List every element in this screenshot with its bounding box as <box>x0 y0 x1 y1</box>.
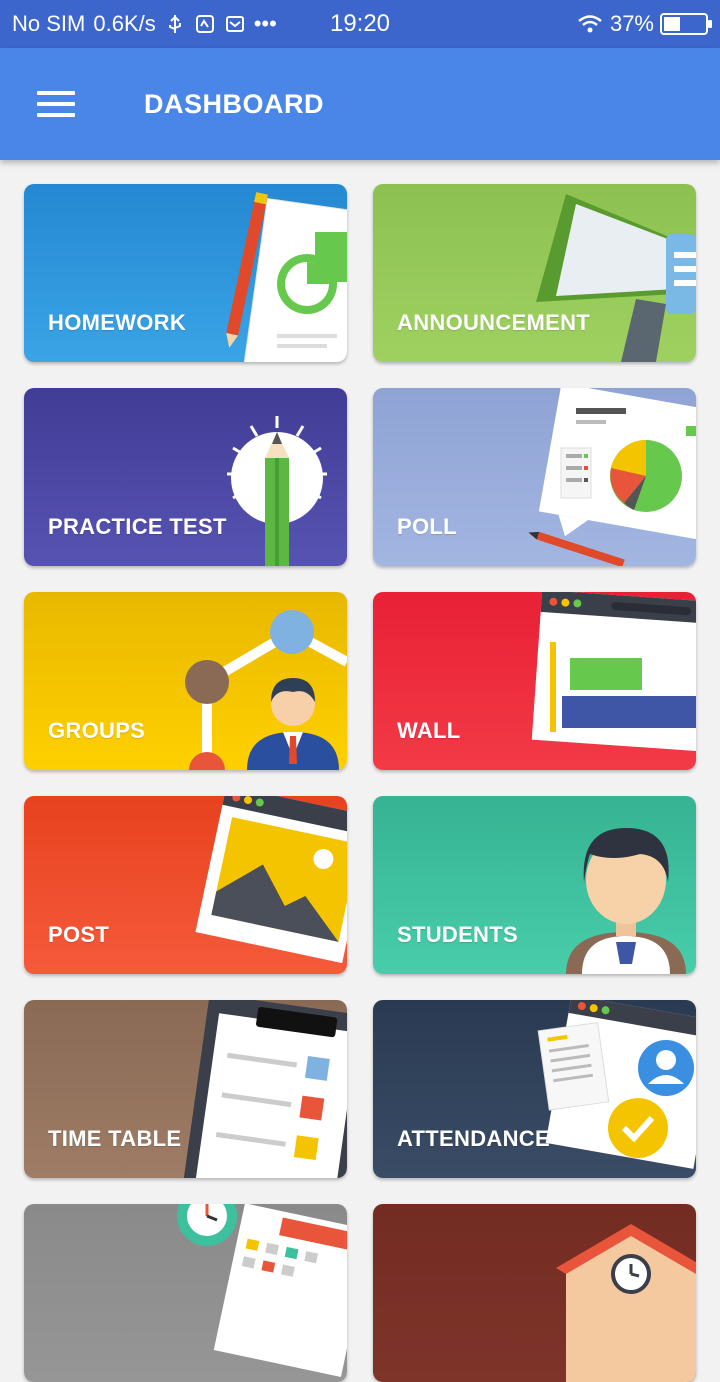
notification-icon <box>195 15 214 33</box>
battery-percent: 37% <box>609 11 654 36</box>
carrier-text: No SIM <box>12 11 86 36</box>
app-bar: DASHBOARD <box>0 48 720 160</box>
tile-practice-test[interactable]: PRACTICE TEST <box>24 388 347 566</box>
net-speed-text: 0.6K/s <box>93 11 156 36</box>
usb-icon <box>168 15 181 33</box>
battery-icon <box>660 13 712 35</box>
browser-wall-icon <box>531 592 696 753</box>
status-left: No SIM 0.6K/s ••• <box>12 11 576 37</box>
status-bar: No SIM 0.6K/s ••• 19:20 37% <box>0 0 720 48</box>
image-post-icon <box>195 796 347 964</box>
tile-students[interactable]: STUDENTS <box>373 796 696 974</box>
tile-label: PRACTICE TEST <box>48 514 227 539</box>
tile-poll[interactable]: POLL <box>373 388 696 566</box>
tile-label: POST <box>48 922 110 947</box>
tile-homework[interactable]: HOMEWORK <box>24 184 347 362</box>
tile-wall[interactable]: WALL <box>373 592 696 770</box>
clipboard-icon <box>182 1000 347 1178</box>
pie-chart-icon <box>528 388 696 566</box>
menu-line <box>37 113 75 117</box>
student-avatar-icon <box>566 828 686 974</box>
tile-label: TIME TABLE <box>48 1126 182 1151</box>
school-house-icon <box>556 1224 696 1382</box>
mail-icon <box>225 16 244 32</box>
more-notifications-dots: ••• <box>253 11 277 36</box>
menu-line <box>37 102 75 106</box>
homework-document-icon <box>226 192 347 362</box>
page-title: DASHBOARD <box>144 88 324 119</box>
tile-announcement[interactable]: ANNOUNCEMENT <box>373 184 696 362</box>
wifi-icon <box>578 15 602 33</box>
dashboard-grid: HOMEWORK ANNOUNCEMENT PRACTICE TEST POLL… <box>24 184 696 1382</box>
tile-label: STUDENTS <box>397 922 518 947</box>
status-right: 37% <box>576 11 712 37</box>
tile-label: GROUPS <box>48 718 146 743</box>
menu-line <box>37 91 75 95</box>
network-person-icon <box>185 610 347 770</box>
tile-label: HOMEWORK <box>48 310 187 335</box>
calendar-gear-icon <box>177 1204 347 1378</box>
tile-post[interactable]: POST <box>24 796 347 974</box>
tile-calendar[interactable] <box>24 1204 347 1382</box>
tile-label: POLL <box>397 514 457 539</box>
hamburger-menu-button[interactable] <box>20 68 92 140</box>
tile-label: ATTENDANCE <box>397 1126 550 1151</box>
tile-attendance[interactable]: ATTENDANCE <box>373 1000 696 1178</box>
tile-time-table[interactable]: TIME TABLE <box>24 1000 347 1178</box>
tile-school[interactable] <box>373 1204 696 1382</box>
tile-groups[interactable]: GROUPS <box>24 592 347 770</box>
tile-label: WALL <box>397 718 461 743</box>
tile-label: ANNOUNCEMENT <box>397 310 591 335</box>
